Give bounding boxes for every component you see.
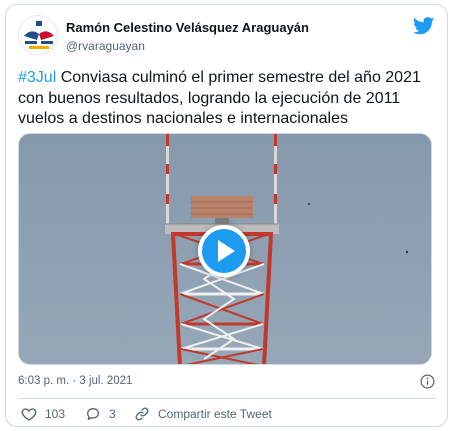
author-handle[interactable]: @rvaraguayan: [66, 39, 145, 53]
play-icon: [218, 240, 235, 262]
author-name[interactable]: Ramón Celestino Velásquez Araguayán: [66, 20, 309, 35]
heart-icon: [21, 408, 37, 421]
play-button[interactable]: [198, 225, 250, 277]
like-button[interactable]: 103: [21, 406, 65, 422]
reply-count: 3: [109, 407, 116, 421]
twitter-logo-icon[interactable]: [413, 17, 435, 35]
tweet-text: #3Jul Conviasa culminó el primer semestr…: [18, 68, 438, 130]
tweet-card[interactable]: Ramón Celestino Velásquez Araguayán @rva…: [5, 4, 448, 427]
tweet-timestamp[interactable]: 6:03 p. m. · 3 jul. 2021: [18, 375, 132, 387]
divider: [18, 398, 436, 399]
share-button[interactable]: Compartir este Tweet: [134, 406, 272, 422]
info-icon[interactable]: [420, 374, 435, 389]
tweet-body: Conviasa culminó el primer semestre del …: [18, 69, 421, 127]
video-thumbnail[interactable]: [18, 133, 432, 365]
share-label: Compartir este Tweet: [158, 407, 272, 421]
share-link-icon: [135, 407, 149, 421]
org-logo-icon: [19, 16, 57, 54]
avatar[interactable]: [18, 15, 58, 55]
like-count: 103: [45, 407, 66, 421]
hashtag-link[interactable]: #3Jul: [18, 69, 56, 86]
reply-button[interactable]: 3: [85, 406, 116, 422]
reply-icon: [87, 408, 99, 420]
